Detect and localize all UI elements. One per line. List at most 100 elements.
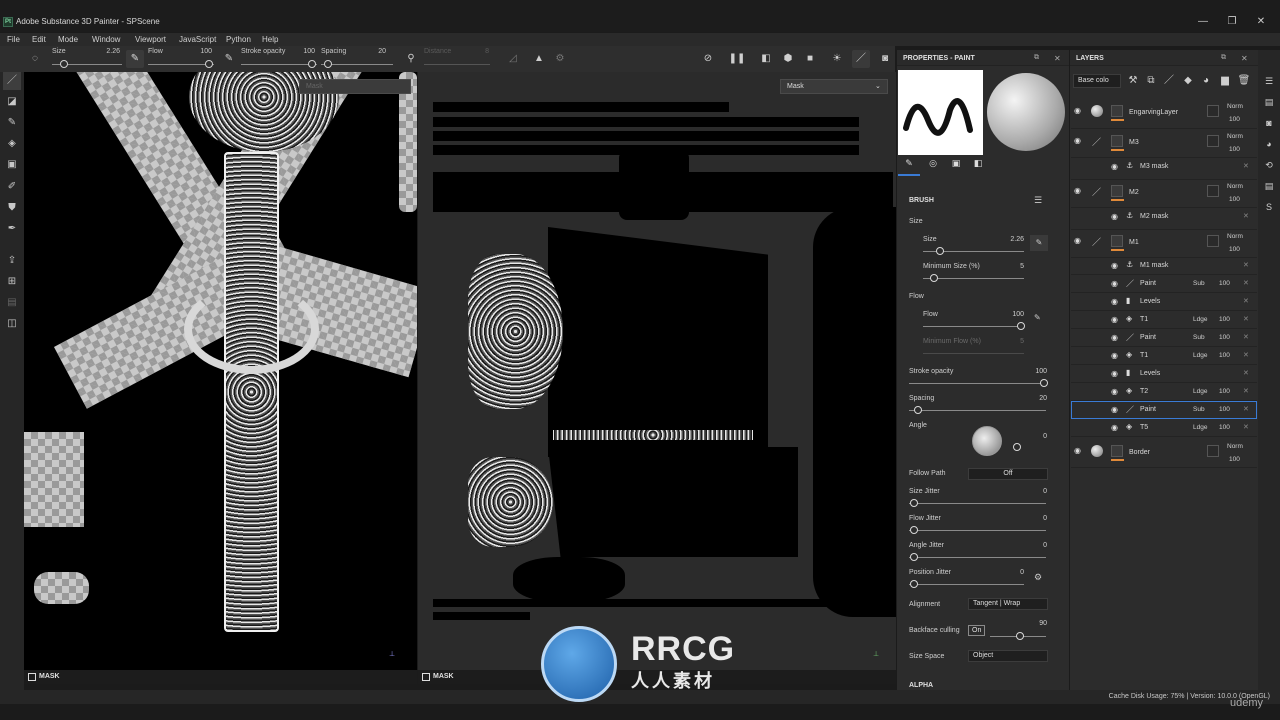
size-jitter-slider[interactable] <box>909 503 1046 504</box>
remove-effect-icon[interactable]: ✕ <box>1243 261 1249 269</box>
texture-set-icon[interactable]: ▤ <box>1261 94 1277 110</box>
symmetry-settings-icon[interactable]: ⚙ <box>551 50 569 68</box>
menu-window[interactable]: Window <box>92 35 120 44</box>
remove-effect-icon[interactable]: ✕ <box>1243 212 1249 220</box>
layer-blend-mode[interactable]: Norm <box>1227 233 1243 240</box>
viewport-2d[interactable]: Mask ⌄ ⊥ MASK <box>418 72 896 684</box>
backface-culling-toggle[interactable]: On <box>968 625 986 636</box>
viewport-3d[interactable]: Mask ⊥ MASK <box>24 72 417 684</box>
layer-opacity[interactable]: 100 <box>1219 388 1230 395</box>
remove-effect-icon[interactable]: ✕ <box>1243 423 1249 431</box>
layer-opacity[interactable]: 100 <box>1219 424 1230 431</box>
angle-jitter-value[interactable]: 0 <box>1017 542 1047 549</box>
eye-icon[interactable]: ◉ <box>1111 406 1121 414</box>
channel-dropdown[interactable]: Base colo <box>1073 74 1121 88</box>
flow-slider[interactable] <box>923 326 1024 327</box>
viewport-3d-channel-dropdown[interactable]: Mask <box>299 79 411 94</box>
remove-effect-icon[interactable]: ✕ <box>1243 387 1249 395</box>
viewport-3d-mask-checkbox[interactable] <box>28 673 36 681</box>
layer-blend-mode[interactable]: Ldge <box>1193 424 1207 431</box>
panel-close-icon[interactable]: ✕ <box>1054 54 1061 63</box>
layer-opacity[interactable]: 100 <box>1219 280 1230 287</box>
menu-mode[interactable]: Mode <box>58 35 78 44</box>
layer-blend-mode[interactable]: Norm <box>1227 183 1243 190</box>
min-size-knob[interactable] <box>930 274 938 282</box>
brush-preset-icon[interactable]: ◌ <box>26 50 44 68</box>
symmetry-icon[interactable]: ◿ <box>504 50 522 68</box>
angle-knob[interactable] <box>1013 443 1021 451</box>
brush-menu-icon[interactable]: ☰ <box>1034 195 1042 206</box>
split-view-icon[interactable]: ◧ <box>757 50 775 68</box>
position-jitter-slider[interactable] <box>909 584 1024 585</box>
measure-tool-icon[interactable]: ▤ <box>3 294 21 312</box>
remove-effect-icon[interactable]: ✕ <box>1243 297 1249 305</box>
size-knob[interactable] <box>936 247 944 255</box>
size-pressure-icon[interactable]: ✎ <box>1030 235 1048 251</box>
size-value[interactable]: 2.26 <box>994 236 1024 243</box>
layer-opacity[interactable]: 100 <box>1229 456 1240 463</box>
geometry-fill-tool-icon[interactable]: ◈ <box>3 135 21 153</box>
spacing-slider[interactable] <box>909 410 1046 411</box>
clone-tool-icon[interactable]: ⛊ <box>3 199 21 217</box>
eye-icon[interactable]: ◉ <box>1074 107 1084 115</box>
eye-icon[interactable]: ◉ <box>1111 352 1121 360</box>
stroke-opacity-value[interactable]: 100 <box>1017 368 1047 375</box>
layers-close-icon[interactable]: ✕ <box>1241 54 1248 63</box>
projection-tool-icon[interactable]: ✎ <box>3 114 21 132</box>
toolbar-flow-knob[interactable] <box>205 60 213 68</box>
layer-opacity[interactable]: 100 <box>1229 146 1240 153</box>
shader-settings-icon[interactable]: ◕ <box>1261 136 1277 152</box>
layer-opacity[interactable]: 100 <box>1229 116 1240 123</box>
size-space-dropdown[interactable]: Object <box>968 650 1048 662</box>
stroke-opacity-slider[interactable] <box>909 383 1046 384</box>
text-tool-icon[interactable]: ⊞ <box>3 273 21 291</box>
angle-dial[interactable] <box>972 426 1002 456</box>
flow-jitter-knob[interactable] <box>910 526 918 534</box>
eraser-tool-icon[interactable]: ◪ <box>3 93 21 111</box>
eye-icon[interactable]: ◉ <box>1074 187 1084 195</box>
layer-blend-mode[interactable]: Norm <box>1227 133 1243 140</box>
flow-knob[interactable] <box>1017 322 1025 330</box>
viewport-2d-mask-checkbox[interactable] <box>422 673 430 681</box>
layer-blend-mode[interactable]: Ldge <box>1193 316 1207 323</box>
panel-float-icon[interactable]: ⧉ <box>1034 54 1039 62</box>
toolbar-stroke-opacity-knob[interactable] <box>308 60 316 68</box>
eye-icon[interactable]: ◉ <box>1074 137 1084 145</box>
eye-icon[interactable]: ◉ <box>1111 316 1121 324</box>
min-size-slider[interactable] <box>923 278 1024 279</box>
paint-mode-icon[interactable]: ／ <box>852 50 870 68</box>
layer-blend-mode[interactable]: Ldge <box>1193 388 1207 395</box>
layers-panel-icon[interactable]: ☰ <box>1261 73 1277 89</box>
remove-effect-icon[interactable]: ✕ <box>1243 279 1249 287</box>
eye-icon[interactable]: ◉ <box>1111 280 1121 288</box>
polygon-fill-tool-icon[interactable]: ▣ <box>3 156 21 174</box>
bake-tool-icon[interactable]: ⇪ <box>3 252 21 270</box>
position-jitter-settings-icon[interactable]: ⚙ <box>1034 572 1042 583</box>
menu-edit[interactable]: Edit <box>32 35 46 44</box>
eye-icon[interactable]: ◉ <box>1111 370 1121 378</box>
eye-icon[interactable]: ◉ <box>1111 163 1121 171</box>
add-paint-layer-icon[interactable]: ／ <box>1160 72 1178 90</box>
toolbar-spacing-value[interactable]: 20 <box>362 48 386 55</box>
environment-icon[interactable]: ☀ <box>828 50 846 68</box>
angle-value[interactable]: 0 <box>1017 433 1047 440</box>
menu-javascript[interactable]: JavaScript <box>179 35 216 44</box>
position-jitter-value[interactable]: 0 <box>994 569 1024 576</box>
maximize-button[interactable]: ❐ <box>1219 15 1245 29</box>
remove-effect-icon[interactable]: ✕ <box>1243 315 1249 323</box>
follow-path-toggle[interactable]: Off <box>968 468 1048 480</box>
eye-icon[interactable]: ◉ <box>1111 298 1121 306</box>
iray-tool-icon[interactable]: ◫ <box>3 315 21 333</box>
add-smart-material-icon[interactable]: ◕ <box>1197 72 1215 90</box>
layer-blend-mode[interactable]: Norm <box>1227 103 1243 110</box>
remove-effect-icon[interactable]: ✕ <box>1243 405 1249 413</box>
paint-brush-tool-icon[interactable]: ／ <box>3 72 21 90</box>
pen-pressure-size-icon[interactable]: ✎ <box>126 50 144 68</box>
toolbar-flow-value[interactable]: 100 <box>188 48 212 55</box>
add-fill-layer-icon[interactable]: ◆ <box>1179 72 1197 90</box>
min-size-value[interactable]: 5 <box>994 263 1024 270</box>
smudge-tool-icon[interactable]: ✐ <box>3 178 21 196</box>
size-jitter-value[interactable]: 0 <box>1017 488 1047 495</box>
delete-layer-icon[interactable]: 🗑 <box>1235 72 1253 90</box>
remove-effect-icon[interactable]: ✕ <box>1243 351 1249 359</box>
